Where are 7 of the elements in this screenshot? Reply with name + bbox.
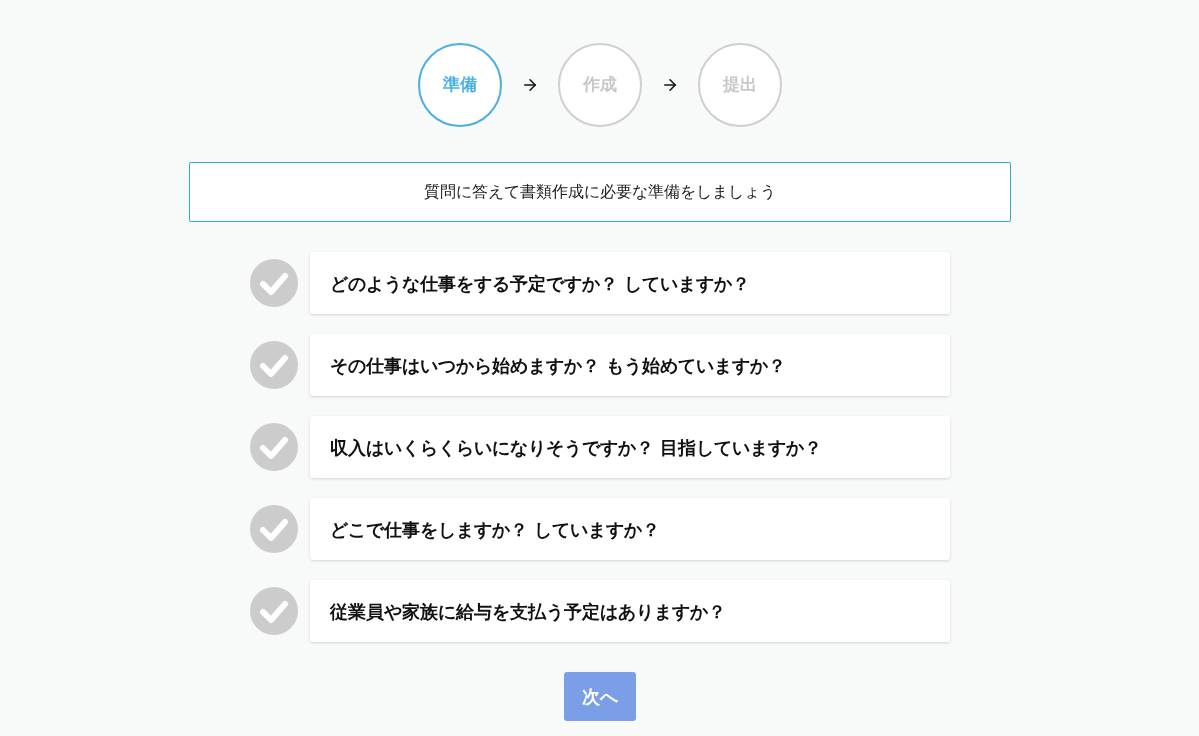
question-card[interactable]: その仕事はいつから始めますか？ もう始めていますか？ (309, 334, 950, 396)
instruction-banner: 質問に答えて書類作成に必要な準備をしましょう (188, 162, 1011, 222)
step-indicator: 準備 (417, 43, 502, 127)
question-card[interactable]: どこで仕事をしますか？ していますか？ (309, 498, 950, 560)
question-card[interactable]: どのような仕事をする予定ですか？ していますか？ (309, 252, 950, 314)
question-card[interactable]: 収入はいくらくらいになりそうですか？ 目指していますか？ (309, 416, 950, 478)
question-card[interactable]: 従業員や家族に給与を支払う予定はありますか？ (309, 580, 950, 642)
